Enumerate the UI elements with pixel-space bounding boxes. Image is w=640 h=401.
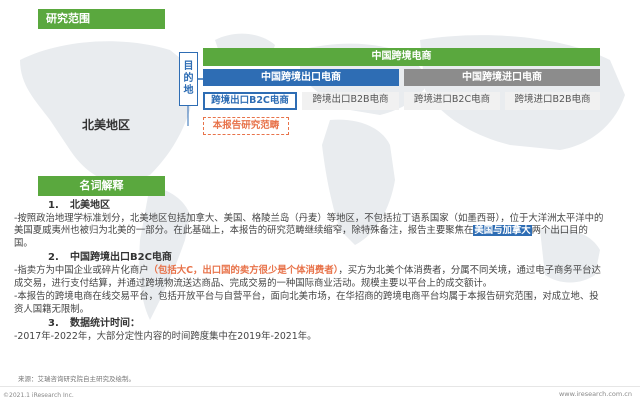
cross-border-title-bar: 中国跨境电商 — [203, 48, 600, 66]
destination-label: 目 的 地 — [179, 52, 198, 106]
section-1-text: -按照政治地理学标准划分，北美地区包括加拿大、美国、格陵兰岛（丹麦）等地区，不包… — [14, 213, 604, 251]
copyright-text: ©2021.1 iResearch Inc. — [3, 392, 74, 399]
section-2-title: 2. 中国跨境出口B2C电商 — [48, 252, 604, 265]
section-1-number: 1. — [48, 200, 59, 211]
glossary-content: 1. 北美地区 -按照政治地理学标准划分，北美地区包括加拿大、美国、格陵兰岛（丹麦… — [14, 198, 604, 345]
section-2-text-c: -本报告的跨境电商在线交易平台，包括开放平台与自营平台，面向北美市场，在华招商的… — [14, 291, 599, 315]
section-2-heading: 中国跨境出口B2C电商 — [70, 252, 172, 264]
section-2-number: 2. — [48, 252, 59, 264]
section-2-text: -指卖方为中国企业或碎片化商户（包括大C，出口国的卖方很少是个体消费者），买方为… — [14, 265, 604, 290]
section-3-text: -2017年-2022年，大部分定性内容的时间跨度集中在2019年-2021年。 — [14, 330, 317, 342]
section-2-highlight: （包括大C，出口国的卖方很少是个体消费者） — [148, 264, 339, 276]
import-b2b-box: 跨境进口B2B电商 — [505, 92, 600, 110]
section-3-title: 3. 数据统计时间： — [48, 318, 604, 331]
section-1-heading: 北美地区 — [70, 200, 110, 211]
import-title-bar: 中国跨境进口电商 — [404, 69, 600, 86]
section-1-highlight: 美国与加拿大 — [473, 225, 532, 237]
website-text: www.iresearch.com.cn — [558, 390, 632, 398]
section-3-number: 3. — [48, 318, 59, 330]
footer-divider — [0, 386, 640, 387]
source-note: 来源：艾瑞咨询研究院自主研究及绘制。 — [18, 375, 135, 383]
export-b2b-box: 跨境出口B2B电商 — [302, 92, 399, 110]
destination-char-1: 目 — [183, 61, 194, 72]
section-1-title: 1. 北美地区 — [48, 200, 604, 213]
glossary-header: 名词解释 — [38, 176, 165, 196]
destination-char-3: 地 — [183, 85, 194, 96]
section-2-text-a: -指卖方为中国企业或碎片化商户 — [14, 264, 149, 276]
export-title-bar: 中国跨境出口电商 — [203, 69, 399, 86]
scope-header: 研究范围 — [38, 9, 165, 29]
north-america-label: 北美地区 — [82, 118, 131, 132]
destination-char-2: 的 — [183, 73, 194, 84]
scope-note-label: 本报告研究范畴 — [203, 117, 289, 135]
export-b2c-box: 跨境出口B2C电商 — [203, 92, 297, 110]
import-b2c-box: 跨境进口B2C电商 — [404, 92, 500, 110]
section-3-heading: 数据统计时间： — [70, 318, 140, 330]
